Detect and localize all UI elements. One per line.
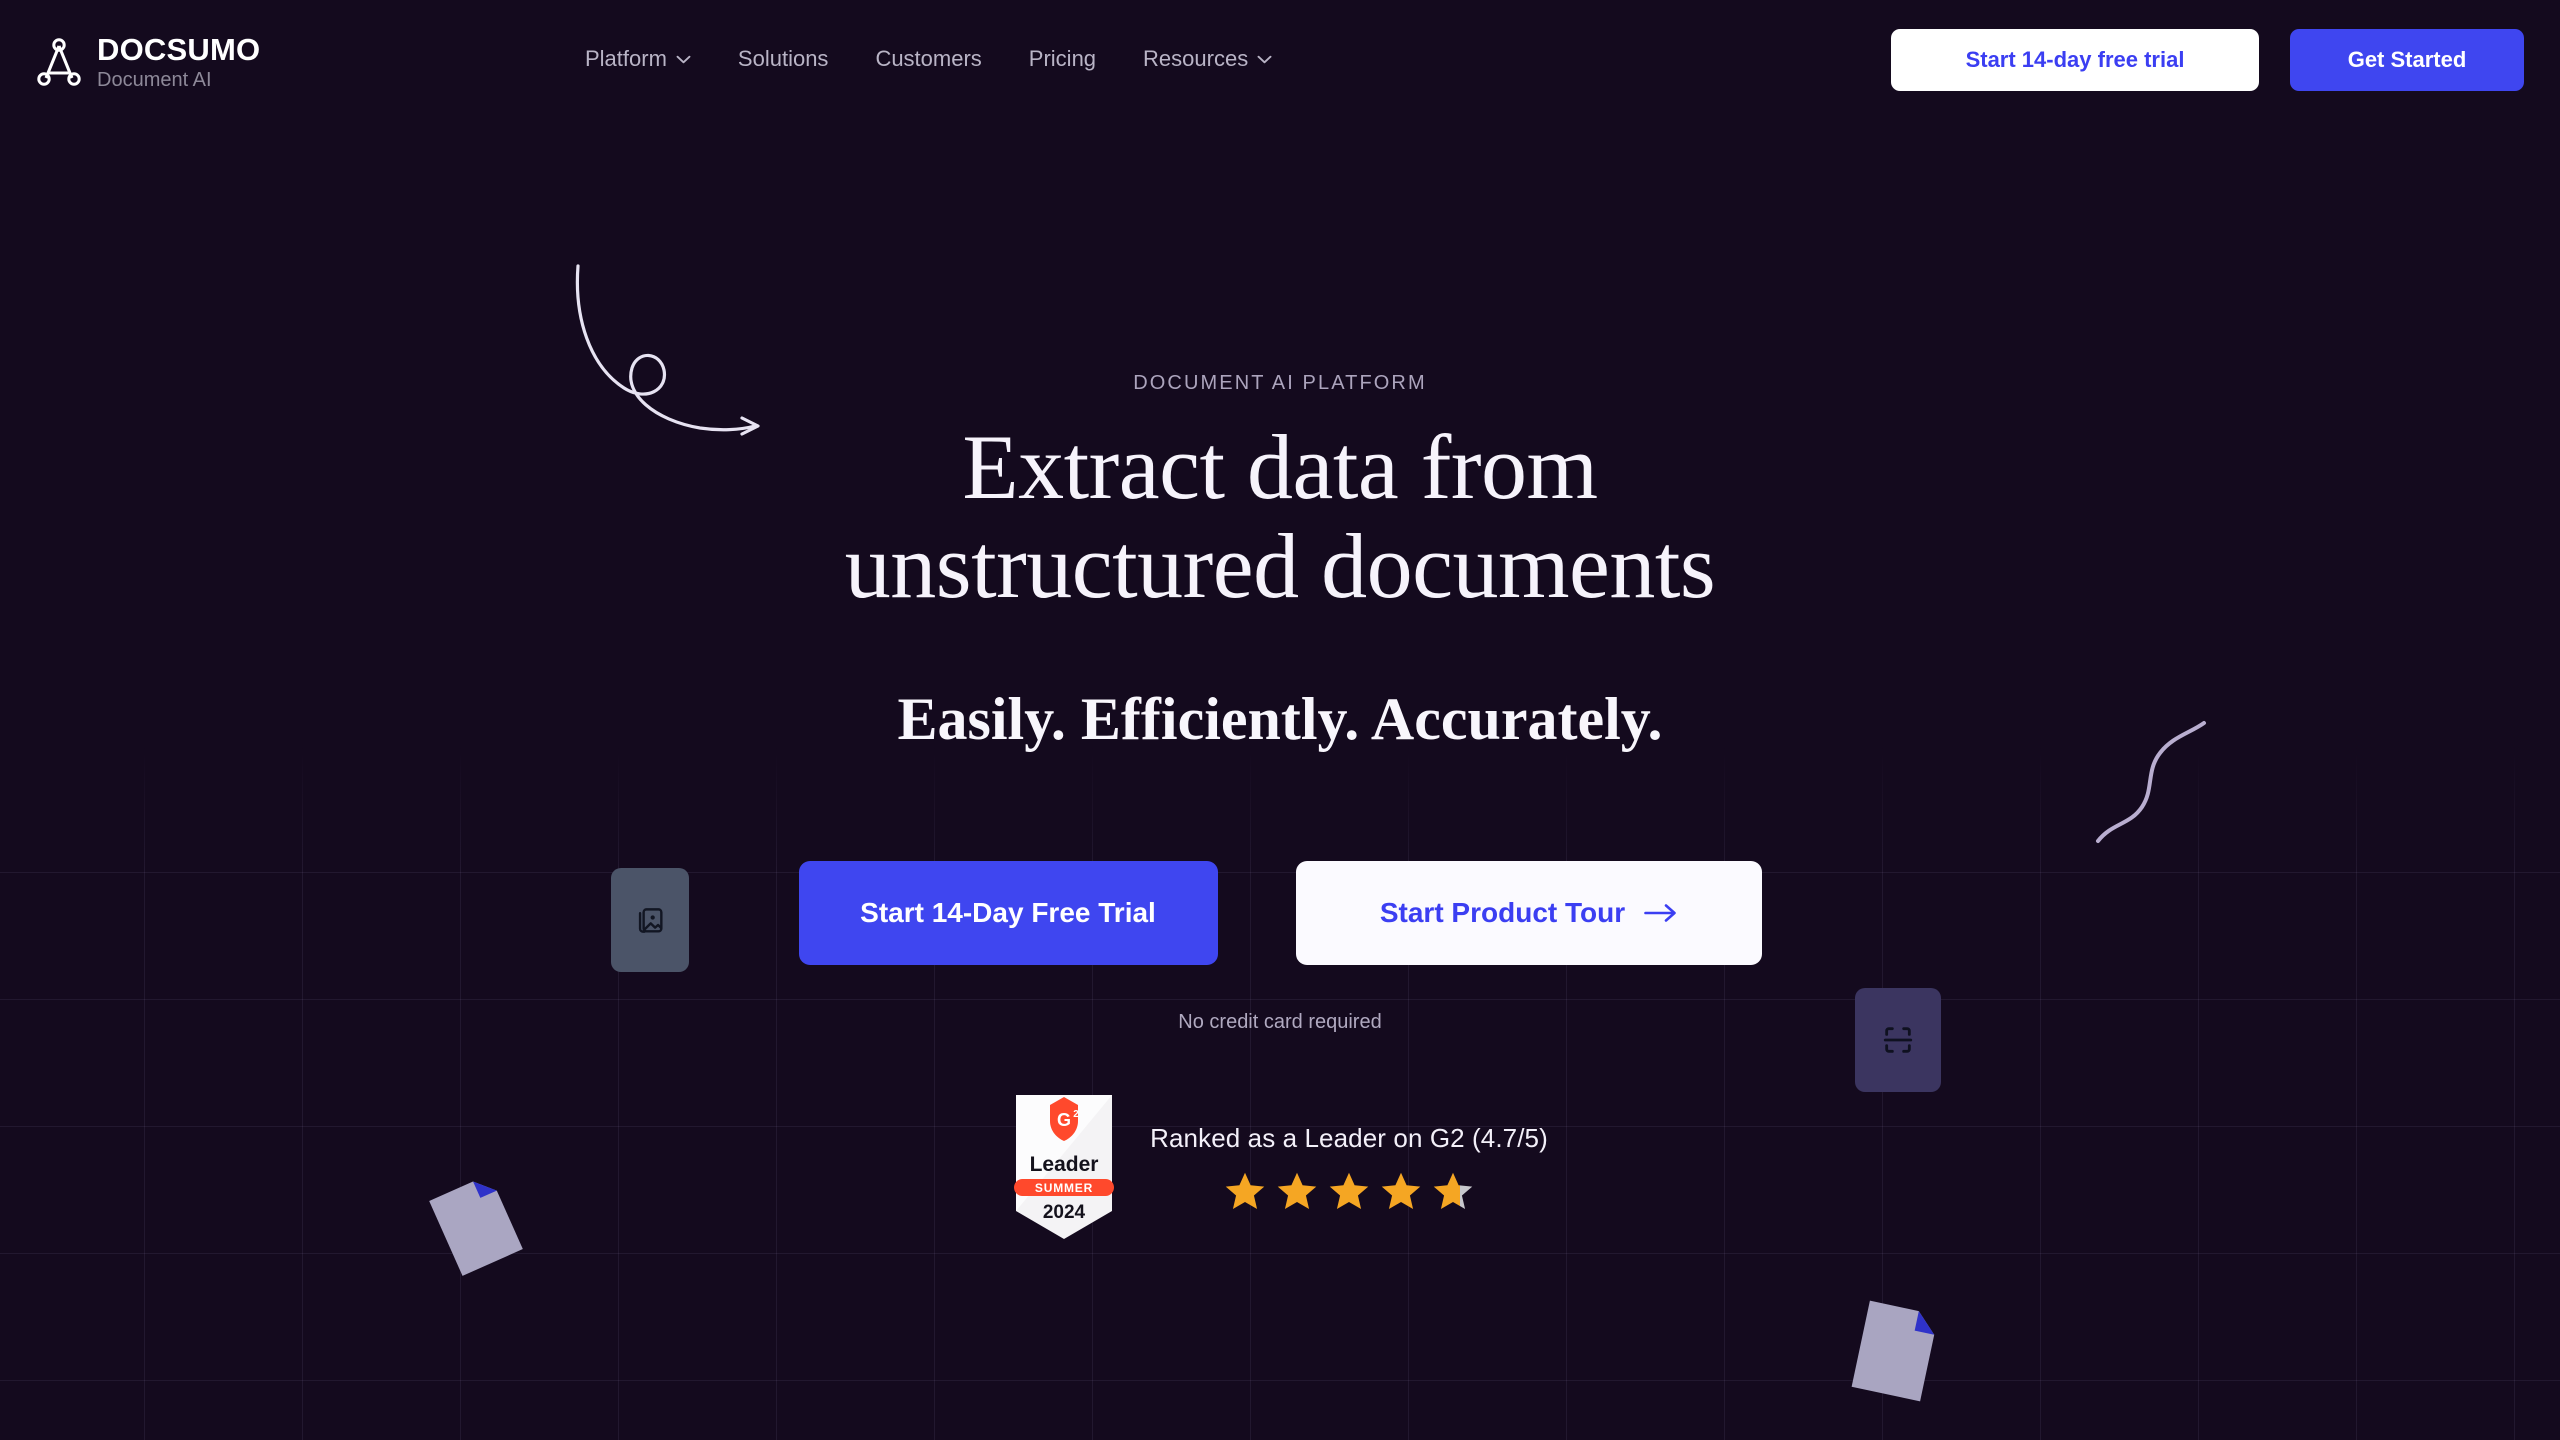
header-free-trial-button[interactable]: Start 14-day free trial [1891,29,2259,91]
star-icon-3 [1329,1172,1369,1209]
arrow-right-icon [1644,904,1676,922]
header-get-started-button[interactable]: Get Started [2290,29,2524,91]
nav-item-resources[interactable]: Resources [1143,46,1272,72]
hero-disclaimer: No credit card required [1178,1011,1382,1033]
star-icon-5-partial [1433,1172,1473,1209]
logo-wordmark: DOCSUMO [97,32,261,67]
svg-text:Leader: Leader [1030,1153,1099,1176]
hero-eyebrow: DOCUMENT AI PLATFORM [1133,372,1427,394]
g2-rating-text: Ranked as a Leader on G2 (4.7/5) [1150,1122,1548,1153]
nav-item-pricing[interactable]: Pricing [1029,46,1096,72]
network-node-icon [37,38,81,86]
logo[interactable]: DOCSUMO Document AI [36,34,260,90]
nav-item-platform[interactable]: Platform [585,46,691,72]
logo-tagline: Document AI [97,69,212,91]
landing-page: DOCSUMO Document AI Platform Solutions C… [0,0,2560,1440]
chevron-down-icon [676,55,691,63]
svg-text:G: G [1057,1110,1071,1130]
svg-text:2: 2 [1073,1109,1079,1120]
hero-product-tour-button[interactable]: Start Product Tour [1295,861,1762,965]
site-header: DOCSUMO Document AI Platform Solutions C… [0,0,2560,118]
svg-text:SUMMER: SUMMER [1035,1181,1093,1195]
g2-leader-badge: G 2 Leader SUMMER 2024 [1014,1095,1115,1239]
star-icon-2 [1277,1172,1317,1209]
chevron-down-icon [1257,55,1272,63]
hero-section: DOCUMENT AI PLATFORM Extract data from u… [0,0,2560,1440]
star-icon-1 [1225,1172,1265,1209]
nav-item-solutions[interactable]: Solutions [738,46,829,72]
nav-label: Solutions [737,46,829,71]
nav-item-customers[interactable]: Customers [875,46,981,72]
headline-line-2: unstructured documents [844,515,1716,618]
svg-text:2024: 2024 [1043,1202,1086,1223]
nav-label: Resources [1143,46,1249,71]
hero-headline: Extract data from unstructured documents [0,416,2560,618]
nav-label: Customers [875,46,982,71]
star-rating [1150,1170,1548,1212]
product-tour-label: Start Product Tour [1379,897,1626,928]
header-actions: Start 14-day free trial Get Started [1891,29,2524,91]
nav-label: Pricing [1028,46,1097,71]
hero-subheadline: Easily. Efficiently. Accurately. [897,686,1663,752]
star-icon-4 [1381,1172,1421,1209]
hero-cta-row: Start 14-Day Free Trial Start Product To… [0,861,2560,965]
nav-label: Platform [585,46,667,71]
hero-free-trial-button[interactable]: Start 14-Day Free Trial [798,861,1218,965]
headline-line-1: Extract data from [962,416,1598,518]
g2-rating-details: Ranked as a Leader on G2 (4.7/5) [1150,1123,1548,1212]
g2-rating-block: G 2 Leader SUMMER 2024 Ranked as a Leade… [0,1093,2560,1241]
main-nav: Platform Solutions Customers Pricing Res… [585,46,1272,72]
